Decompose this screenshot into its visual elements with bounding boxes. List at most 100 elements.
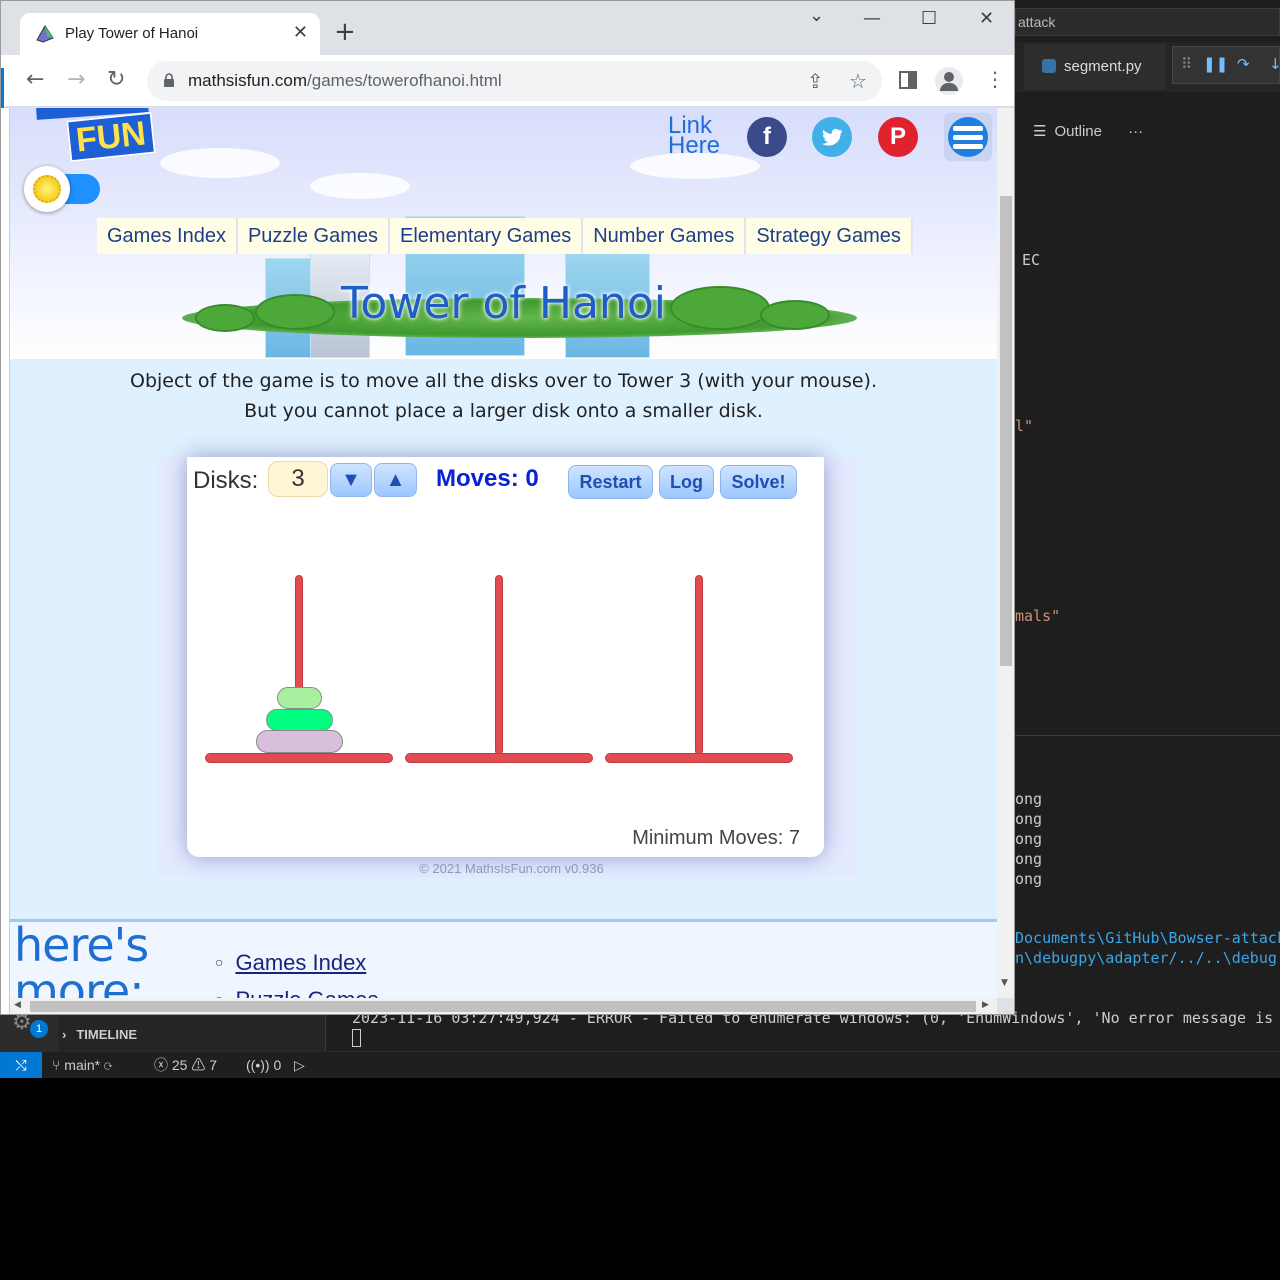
tower-of-hanoi-game: Disks: 3 ▼ ▲ Moves: 0 Restart Log Solve!: [187, 457, 824, 857]
twitter-icon[interactable]: [812, 117, 852, 157]
chrome-menu-icon[interactable]: ⋮: [985, 67, 1005, 91]
outline-header[interactable]: ☰ Outline ···: [1015, 112, 1280, 152]
error-count: 25: [171, 1057, 188, 1073]
heres-more-heading: here's more:: [14, 918, 149, 998]
moves-counter: Moves: 0: [436, 465, 539, 492]
facebook-icon[interactable]: f: [747, 117, 787, 157]
git-branch-icon: ⑂: [52, 1057, 61, 1073]
reload-icon[interactable]: ↻: [107, 68, 125, 92]
disk-small[interactable]: [277, 687, 322, 709]
disk-large[interactable]: [256, 730, 343, 753]
debug-launch-icon[interactable]: ▷: [294, 1052, 305, 1078]
game-instructions: Object of the game is to move all the di…: [10, 366, 997, 426]
minimize-button[interactable]: —: [863, 8, 881, 29]
site-menu-button[interactable]: [944, 113, 992, 161]
problems-indicator[interactable]: ⓧ 25 ⚠ 7: [154, 1052, 217, 1078]
horizontal-scrollbar[interactable]: ◀ ▶: [10, 998, 997, 1014]
solve-button[interactable]: Solve!: [720, 465, 797, 499]
tower-2-pole[interactable]: [495, 575, 503, 755]
more-links-list: Games Index Puzzle Games: [215, 944, 379, 998]
nav-elementary-games[interactable]: Elementary Games: [390, 218, 584, 254]
tab-close-icon[interactable]: ✕: [293, 22, 308, 43]
branch-indicator[interactable]: ⑂ main* ⟳: [52, 1052, 112, 1078]
notification-badge: 1: [30, 1020, 48, 1038]
ports-indicator[interactable]: ((•)) 0: [246, 1052, 281, 1078]
terminal-path-line: n\debugpy\adapter/../..\debug: [1015, 949, 1277, 967]
bookmark-star-icon[interactable]: ☆: [849, 69, 867, 93]
outline-label: Outline: [1054, 123, 1102, 140]
ports-count: 0: [273, 1057, 282, 1073]
decrease-disks-button[interactable]: ▼: [330, 463, 372, 497]
logo-fun-text: FUN: [66, 111, 156, 163]
tower-2-base[interactable]: [405, 753, 593, 763]
heres-more-line: here's: [14, 918, 149, 972]
sync-icon[interactable]: ⟳: [104, 1057, 112, 1073]
remote-indicator-icon[interactable]: ⤭: [0, 1052, 42, 1078]
restart-button[interactable]: Restart: [568, 465, 653, 499]
vertical-scroll-thumb[interactable]: [1000, 196, 1012, 666]
mathsisfun-favicon-icon: [36, 25, 54, 43]
more-actions-icon[interactable]: ···: [1128, 123, 1143, 140]
scroll-down-arrow-icon[interactable]: ▼: [1001, 978, 1008, 988]
terminal-cursor: [352, 1029, 361, 1047]
mathsisfun-logo[interactable]: FUN: [34, 108, 162, 163]
pause-icon[interactable]: ❚❚: [1203, 55, 1228, 73]
maximize-button[interactable]: ☐: [921, 8, 937, 29]
horizontal-scroll-thumb[interactable]: [30, 1001, 976, 1012]
vertical-scrollbar[interactable]: ▼: [997, 108, 1014, 998]
link-here-button[interactable]: Link Here: [668, 114, 720, 158]
screen: attack segment.py ⠿ ❚❚ ↷ ↓ ☰ Outline ··· …: [0, 0, 1280, 1280]
status-bar: ⤭ ⑂ main* ⟳ ⓧ 25 ⚠ 7 ((•)) 0 ▷: [0, 1051, 1280, 1078]
profile-avatar-icon[interactable]: [935, 67, 963, 95]
heres-more-line: more:: [14, 964, 145, 998]
vscode-command-center[interactable]: attack: [1015, 8, 1280, 36]
share-icon[interactable]: ⇪: [807, 69, 824, 93]
nav-strategy-games[interactable]: Strategy Games: [746, 218, 913, 254]
log-button[interactable]: Log: [659, 465, 714, 499]
browser-tab-active[interactable]: Play Tower of Hanoi ✕: [20, 13, 320, 55]
broadcast-icon: ((•)): [246, 1057, 270, 1073]
python-file-icon: [1042, 59, 1056, 73]
list-item: Games Index: [215, 944, 379, 981]
tower-1-base[interactable]: [205, 753, 393, 763]
disk-medium[interactable]: [266, 709, 333, 731]
dark-mode-toggle[interactable]: [24, 166, 100, 212]
side-panel-icon[interactable]: [899, 71, 917, 89]
scroll-left-arrow-icon[interactable]: ◀: [14, 1000, 21, 1010]
tower-3-pole[interactable]: [695, 575, 703, 755]
terminal-line: ong: [1015, 850, 1043, 868]
page-title: Tower of Hanoi: [341, 278, 666, 329]
footer-link-games-index[interactable]: Games Index: [235, 950, 366, 975]
address-bar[interactable]: mathsisfun.com/games/towerofhanoi.html ⇪…: [147, 61, 882, 101]
cloud-decoration: [160, 148, 280, 178]
scroll-right-arrow-icon[interactable]: ▶: [982, 1000, 989, 1010]
warning-icon: ⚠: [191, 1057, 206, 1073]
command-center-text: attack: [1018, 14, 1056, 30]
tower-3-base[interactable]: [605, 753, 793, 763]
chevron-right-icon: ›: [62, 1027, 67, 1042]
nav-games-index[interactable]: Games Index: [97, 218, 238, 254]
disks-label: Disks:: [193, 467, 259, 494]
browser-window: Play Tower of Hanoi ✕ + ⌄ — ☐ ✕ ← → ↻ ma…: [0, 0, 1015, 1015]
toggle-knob: [24, 166, 70, 212]
drag-handle-icon[interactable]: ⠿: [1181, 55, 1192, 73]
tab-title: Play Tower of Hanoi: [65, 25, 199, 42]
step-over-icon[interactable]: ↷: [1237, 55, 1250, 73]
nav-puzzle-games[interactable]: Puzzle Games: [237, 218, 391, 254]
lock-icon[interactable]: [163, 73, 175, 87]
increase-disks-button[interactable]: ▲: [374, 463, 417, 497]
footer-link-puzzle-games[interactable]: Puzzle Games: [235, 987, 378, 998]
games-nav: Games Index Puzzle Games Elementary Game…: [97, 218, 913, 254]
forward-arrow-icon[interactable]: →: [67, 68, 85, 92]
step-into-icon[interactable]: ↓: [1269, 55, 1280, 73]
back-arrow-icon[interactable]: ←: [26, 68, 44, 92]
timeline-section[interactable]: › TIMELINE: [62, 1027, 137, 1042]
editor-tab-segment-py[interactable]: segment.py: [1024, 44, 1166, 90]
nav-number-games[interactable]: Number Games: [583, 218, 747, 254]
more-section: here's more: Games Index Puzzle Games: [10, 919, 997, 998]
new-tab-button[interactable]: +: [334, 18, 356, 46]
pinterest-icon[interactable]: P: [878, 117, 918, 157]
code-fragment: l": [1015, 417, 1034, 435]
close-window-button[interactable]: ✕: [979, 8, 994, 29]
tab-search-icon[interactable]: ⌄: [809, 5, 824, 26]
